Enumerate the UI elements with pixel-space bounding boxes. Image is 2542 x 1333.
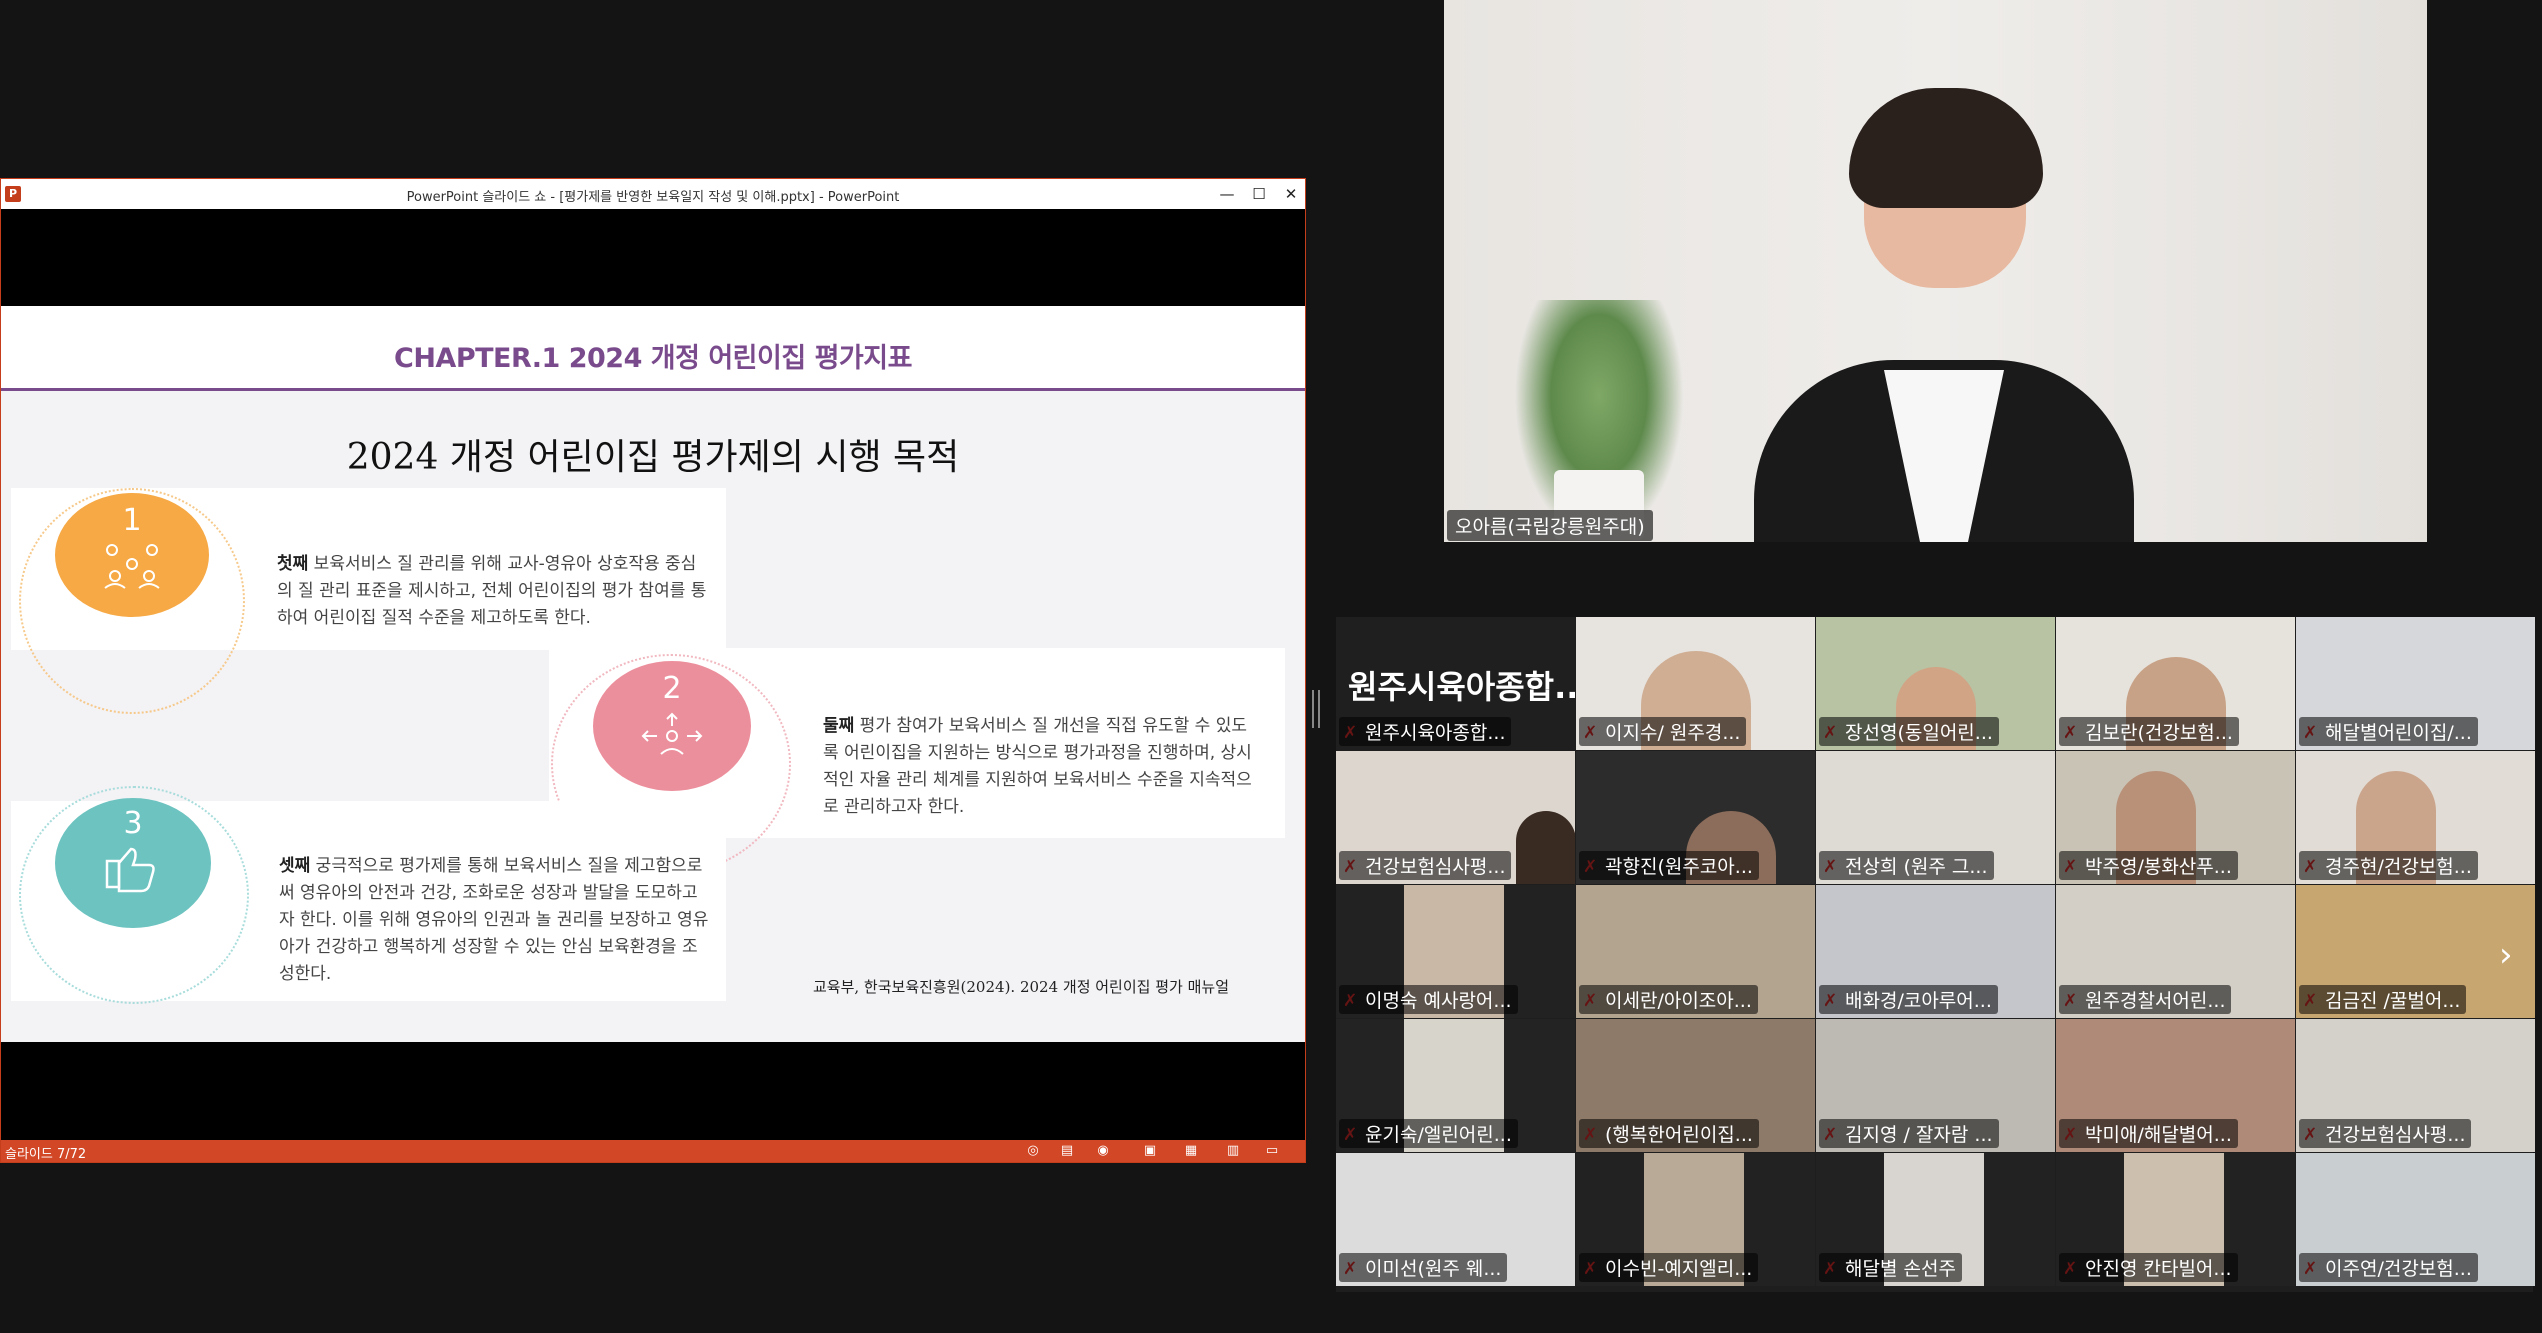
participant-name: 전상희 (원주 그... <box>1819 851 1994 880</box>
circle-badge-2: 2 <box>593 661 751 791</box>
participant-tile[interactable]: ✗이명숙 예사랑어... <box>1336 885 1575 1018</box>
participant-name: 곽향진(원주코아... <box>1579 851 1759 880</box>
participant-name: 이지수/ 원주경... <box>1579 717 1747 746</box>
participant-name: 김보란(건강보험... <box>2059 717 2239 746</box>
accessibility-icon[interactable]: ◎ <box>1025 1143 1041 1159</box>
powerpoint-window: P PowerPoint 슬라이드 쇼 - [평가제를 반영한 보육일지 작성 … <box>0 178 1306 1163</box>
thumbs-up-icon <box>105 847 155 893</box>
participant-tile[interactable]: ✗장선영(동일어린... <box>1816 617 2055 750</box>
notes-icon[interactable]: ▤ <box>1059 1143 1075 1159</box>
participant-tile[interactable]: ✗건강보험심사평... <box>2296 1019 2535 1152</box>
participant-tile[interactable]: ✗해달별어린이집/... <box>2296 617 2535 750</box>
number-2: 2 <box>662 671 682 706</box>
participant-name: 건강보험심사평... <box>1339 851 1512 880</box>
participant-name: 박주영/봉화산푸... <box>2059 851 2238 880</box>
participant-tile[interactable]: ✗김보란(건강보험... <box>2056 617 2295 750</box>
participant-name: 해달별어린이집/... <box>2299 717 2478 746</box>
panel-resize-handle[interactable] <box>1312 690 1320 728</box>
purpose-lead-2: 둘째 <box>823 716 855 736</box>
participant-name: 안진영 칸타빌어... <box>2059 1253 2238 1282</box>
participant-name: 이세란/아이조아... <box>1579 985 1758 1014</box>
participant-tile[interactable]: ✗이수빈-예지엘리... <box>1576 1153 1815 1286</box>
participant-tile[interactable]: ✗배화경/코아루어... <box>1816 885 2055 1018</box>
participant-name: 이명숙 예사랑어... <box>1339 985 1518 1014</box>
participant-tile[interactable]: ✗경주현/건강보험... <box>2296 751 2535 884</box>
reading-view-icon[interactable]: ▥ <box>1225 1143 1241 1159</box>
circle-badge-3: 3 <box>55 798 211 928</box>
participant-tile[interactable]: ✗윤기숙/엘린어린... <box>1336 1019 1575 1152</box>
participant-tile[interactable]: ✗전상희 (원주 그... <box>1816 751 2055 884</box>
participant-name: 박미애/해달별어... <box>2059 1119 2238 1148</box>
purpose-lead-1: 첫째 <box>277 554 309 574</box>
chapter-title: CHAPTER.1 2024 개정 어린이집 평가지표 <box>394 343 912 374</box>
participant-tile[interactable]: ✗건강보험심사평... <box>1336 751 1575 884</box>
maximize-button[interactable]: ☐ <box>1245 183 1273 205</box>
participant-tile[interactable]: ✗원주경찰서어린... <box>2056 885 2295 1018</box>
normal-view-icon[interactable]: ▣ <box>1142 1143 1158 1159</box>
participant-name: 배화경/코아루어... <box>1819 985 1998 1014</box>
participant-tile[interactable]: ✗박미애/해달별어... <box>2056 1019 2295 1152</box>
slide-counter: 슬라이드 7/72 <box>5 1147 87 1162</box>
participant-tile[interactable]: ✗김지영 / 잘자람 ... <box>1816 1019 2055 1152</box>
ppt-titlebar: P PowerPoint 슬라이드 쇼 - [평가제를 반영한 보육일지 작성 … <box>1 179 1305 209</box>
participant-name: 경주현/건강보험... <box>2299 851 2478 880</box>
purpose-text-1: 첫째 보육서비스 질 관리를 위해 교사-영유아 상호작용 중심의 질 관리 표… <box>277 551 707 632</box>
participant-name: 이미선(원주 웨... <box>1339 1253 1508 1282</box>
participant-name: 이주연/건강보험... <box>2299 1253 2478 1282</box>
participant-name: 윤기숙/엘린어린... <box>1339 1119 1518 1148</box>
participant-name: 이수빈-예지엘리... <box>1579 1253 1759 1282</box>
number-1: 1 <box>122 503 142 538</box>
minimize-button[interactable]: — <box>1213 183 1241 205</box>
purpose-body-1: 보육서비스 질 관리를 위해 교사-영유아 상호작용 중심의 질 관리 표준을 … <box>277 554 707 628</box>
purpose-lead-3: 셋째 <box>279 856 311 876</box>
participant-tile[interactable]: ✗이주연/건강보험... <box>2296 1153 2535 1286</box>
purpose-body-2: 평가 참여가 보육서비스 질 개선을 직접 유도할 수 있도록 어린이집을 지원… <box>823 716 1252 817</box>
ppt-statusbar: 슬라이드 7/72 ◎ ▤ ◉ ▣ ▦ ▥ ▭ <box>1 1140 1305 1162</box>
participant-tile[interactable]: ✗곽향진(원주코아... <box>1576 751 1815 884</box>
people-group-icon <box>104 544 160 589</box>
close-button[interactable]: ✕ <box>1277 183 1305 205</box>
participant-name: 건강보험심사평... <box>2299 1119 2472 1148</box>
speaker-name: 오아름(국립강릉원주대) <box>1447 510 1653 541</box>
citation: 교육부, 한국보육진흥원(2024). 2024 개정 어린이집 평가 매뉴얼 <box>813 978 1229 996</box>
pointer-icon[interactable]: ◉ <box>1095 1143 1111 1159</box>
participant-tile[interactable]: ✗박주영/봉화산푸... <box>2056 751 2295 884</box>
participant-name: 김금진 /꿀벌어... <box>2299 985 2467 1014</box>
purpose-text-2: 둘째 평가 참여가 보육서비스 질 개선을 직접 유도할 수 있도록 어린이집을… <box>823 713 1261 821</box>
participant-name: 해달별 손선주 <box>1819 1253 1962 1282</box>
participant-name: (행복한어린이집... <box>1579 1119 1759 1148</box>
chevron-right-icon[interactable]: › <box>2499 935 2513 975</box>
speaker-video[interactable]: 오아름(국립강릉원주대) <box>1444 0 2427 542</box>
participant-tile[interactable]: ✗이미선(원주 웨... <box>1336 1153 1575 1286</box>
participant-name: 김지영 / 잘자람 ... <box>1819 1119 1999 1148</box>
slide-title: 2024 개정 어린이집 평가제의 시행 목적 <box>346 437 960 478</box>
participant-name: 원주경찰서어린... <box>2059 985 2232 1014</box>
participant-display-name: 원주시육아종합... <box>1348 668 1575 706</box>
purpose-text-3: 셋째 궁극적으로 평가제를 통해 보육서비스 질을 제고함으로써 영유아의 안전… <box>279 853 709 988</box>
window-title: PowerPoint 슬라이드 쇼 - [평가제를 반영한 보육일지 작성 및 … <box>406 190 900 205</box>
participant-tile[interactable]: ✗안진영 칸타빌어... <box>2056 1153 2295 1286</box>
slide-header: CHAPTER.1 2024 개정 어린이집 평가지표 <box>1 306 1305 391</box>
participant-tile[interactable]: ✗해달별 손선주 <box>1816 1153 2055 1286</box>
participant-name: 원주시육아종합... <box>1339 717 1512 746</box>
participant-name: 장선영(동일어린... <box>1819 717 1999 746</box>
participant-tile[interactable]: 원주시육아종합... ✗원주시육아종합... <box>1336 617 1575 750</box>
slide[interactable]: CHAPTER.1 2024 개정 어린이집 평가지표 2024 개정 어린이집… <box>1 306 1305 1042</box>
person-arrows-icon <box>641 712 703 755</box>
slide-sorter-icon[interactable]: ▦ <box>1183 1143 1199 1159</box>
participant-tile[interactable]: ✗이세란/아이조아... <box>1576 885 1815 1018</box>
slideshow-icon[interactable]: ▭ <box>1264 1143 1280 1159</box>
participant-tile[interactable]: ✗이지수/ 원주경... <box>1576 617 1815 750</box>
participant-video-image <box>1516 811 1575 884</box>
number-3: 3 <box>123 806 143 841</box>
circle-badge-1: 1 <box>55 493 209 617</box>
participant-tile[interactable]: ✗(행복한어린이집... <box>1576 1019 1815 1152</box>
purpose-body-3: 궁극적으로 평가제를 통해 보육서비스 질을 제고함으로써 영유아의 안전과 건… <box>279 856 709 984</box>
